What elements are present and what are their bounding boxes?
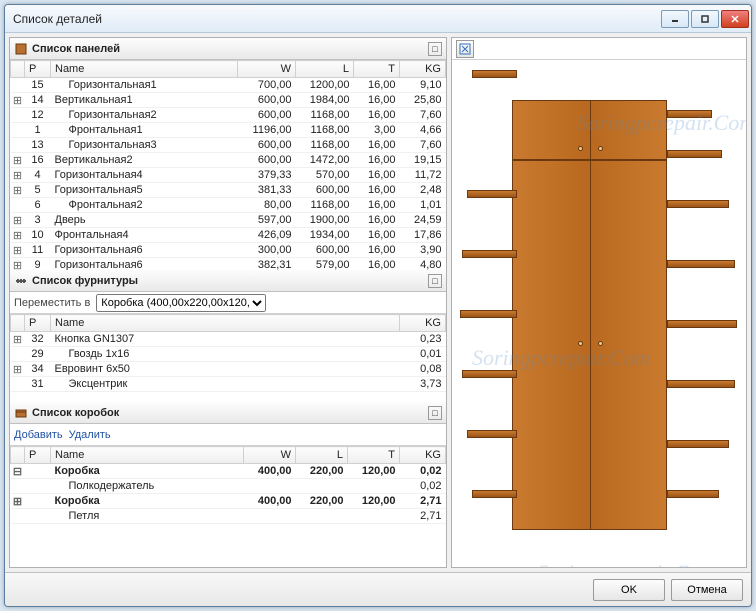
- table-row[interactable]: ⊞11Горизонтальная6300,00600,0016,003,90: [11, 243, 446, 258]
- hardware-expand-icon[interactable]: □: [428, 274, 442, 288]
- boxes-table: P Name W L T KG ⊟Коробка400,00220,00120,…: [10, 446, 446, 524]
- expand-toggle[interactable]: ⊞: [11, 213, 25, 228]
- col-w[interactable]: W: [244, 447, 296, 464]
- panels-header[interactable]: Список панелей □: [10, 38, 446, 60]
- table-row[interactable]: ⊞4Горизонтальная4379,33570,0016,0011,72: [11, 168, 446, 183]
- ok-button[interactable]: OK: [593, 579, 665, 601]
- 3d-viewport[interactable]: Soringpcrepair.Com Soringpcrepair.Com So…: [452, 60, 746, 567]
- col-kg[interactable]: KG: [400, 447, 446, 464]
- expand-toggle[interactable]: ⊞: [11, 332, 25, 347]
- window-title: Список деталей: [13, 12, 659, 26]
- panels-expand-icon[interactable]: □: [428, 42, 442, 56]
- hardware-header[interactable]: Список фурнитуры □: [10, 270, 446, 292]
- delete-link[interactable]: Удалить: [69, 429, 111, 441]
- table-row[interactable]: Петля2,71: [11, 509, 446, 524]
- col-w[interactable]: W: [238, 61, 296, 78]
- table-row[interactable]: ⊞5Горизонтальная5381,33600,0016,002,48: [11, 183, 446, 198]
- table-row[interactable]: ⊞16Вертикальная2600,001472,0016,0019,15: [11, 153, 446, 168]
- panel-icon: [14, 42, 28, 56]
- col-p[interactable]: P: [25, 315, 51, 332]
- add-link[interactable]: Добавить: [14, 429, 63, 441]
- cancel-button[interactable]: Отмена: [671, 579, 743, 601]
- maximize-button[interactable]: [691, 10, 719, 28]
- app-window: Список деталей Список панелей □ P Name W…: [4, 4, 752, 607]
- boxes-toolbar: Добавить Удалить: [10, 424, 446, 446]
- boxes-header[interactable]: Список коробок □: [10, 402, 446, 424]
- close-button[interactable]: [721, 10, 749, 28]
- content-area: Список панелей □ P Name W L T KG 15Гориз…: [5, 33, 751, 572]
- expand-toggle[interactable]: [11, 78, 25, 93]
- expand-toggle[interactable]: [11, 198, 25, 213]
- table-row[interactable]: ⊞14Вертикальная1600,001984,0016,0025,80: [11, 93, 446, 108]
- table-row[interactable]: 12Горизонтальная2600,001168,0016,007,60: [11, 108, 446, 123]
- minimize-button[interactable]: [661, 10, 689, 28]
- expand-toggle[interactable]: ⊞: [11, 153, 25, 168]
- col-p[interactable]: P: [25, 447, 51, 464]
- table-row[interactable]: 15Горизонтальная1700,001200,0016,009,10: [11, 78, 446, 93]
- expand-toggle[interactable]: ⊞: [11, 494, 25, 509]
- expand-toggle[interactable]: ⊟: [11, 464, 25, 479]
- col-l[interactable]: L: [296, 447, 348, 464]
- hardware-toolbar: Переместить в Коробка (400,00x220,00x120…: [10, 292, 446, 314]
- boxes-expand-icon[interactable]: □: [428, 406, 442, 420]
- table-row[interactable]: ⊞3Дверь597,001900,0016,0024,59: [11, 213, 446, 228]
- boxes-title: Список коробок: [32, 407, 119, 419]
- table-row[interactable]: ⊞34Евровинт 6x500,08: [11, 362, 446, 377]
- col-l[interactable]: L: [296, 61, 354, 78]
- table-row[interactable]: 13Горизонтальная3600,001168,0016,007,60: [11, 138, 446, 153]
- table-row[interactable]: 6Фронтальная280,001168,0016,001,01: [11, 198, 446, 213]
- right-pane: Soringpcrepair.Com Soringpcrepair.Com So…: [451, 37, 747, 568]
- col-kg[interactable]: KG: [400, 315, 446, 332]
- expand-toggle[interactable]: ⊞: [11, 243, 25, 258]
- col-kg[interactable]: KG: [400, 61, 446, 78]
- footer-bar: OK Отмена: [5, 572, 751, 606]
- col-t[interactable]: T: [354, 61, 400, 78]
- table-row[interactable]: Полкодержатель0,02: [11, 479, 446, 494]
- table-row[interactable]: 31Эксцентрик3,73: [11, 377, 446, 392]
- col-name[interactable]: Name: [51, 61, 238, 78]
- move-to-select[interactable]: Коробка (400,00x220,00x120,00): [96, 294, 266, 312]
- expand-toggle[interactable]: ⊞: [11, 258, 25, 271]
- box-icon: [14, 406, 28, 420]
- table-row[interactable]: ⊞Коробка400,00220,00120,002,71: [11, 494, 446, 509]
- move-to-label: Переместить в: [14, 297, 90, 309]
- expand-toggle[interactable]: ⊞: [11, 228, 25, 243]
- expand-toggle[interactable]: [11, 509, 25, 524]
- hardware-title: Список фурнитуры: [32, 275, 138, 287]
- left-pane: Список панелей □ P Name W L T KG 15Гориз…: [9, 37, 447, 568]
- expand-toggle[interactable]: ⊞: [11, 168, 25, 183]
- panels-table: P Name W L T KG 15Горизонтальная1700,001…: [10, 60, 446, 270]
- titlebar[interactable]: Список деталей: [5, 5, 751, 33]
- expand-toggle[interactable]: ⊞: [11, 183, 25, 198]
- col-name[interactable]: Name: [51, 315, 400, 332]
- boxes-table-container[interactable]: P Name W L T KG ⊟Коробка400,00220,00120,…: [10, 446, 446, 567]
- hardware-table-container[interactable]: P Name KG ⊞32Кнопка GN13070,2329Гвоздь 1…: [10, 314, 446, 402]
- viewport-toolbar: [452, 38, 746, 60]
- expand-toggle[interactable]: [11, 108, 25, 123]
- fit-view-button[interactable]: [456, 40, 474, 58]
- expand-toggle[interactable]: [11, 479, 25, 494]
- panels-table-container[interactable]: P Name W L T KG 15Горизонтальная1700,001…: [10, 60, 446, 270]
- expand-toggle[interactable]: ⊞: [11, 362, 25, 377]
- expand-toggle[interactable]: [11, 347, 25, 362]
- table-row[interactable]: 1Фронтальная11196,001168,003,004,66: [11, 123, 446, 138]
- hardware-icon: [14, 274, 28, 288]
- expand-toggle[interactable]: [11, 377, 25, 392]
- table-row[interactable]: ⊞32Кнопка GN13070,23: [11, 332, 446, 347]
- col-p[interactable]: P: [25, 61, 51, 78]
- panels-title: Список панелей: [32, 43, 120, 55]
- table-row[interactable]: ⊟Коробка400,00220,00120,000,02: [11, 464, 446, 479]
- col-name[interactable]: Name: [51, 447, 244, 464]
- expand-toggle[interactable]: [11, 138, 25, 153]
- col-expand[interactable]: [11, 61, 25, 78]
- table-row[interactable]: ⊞10Фронтальная4426,091934,0016,0017,86: [11, 228, 446, 243]
- expand-toggle[interactable]: ⊞: [11, 93, 25, 108]
- table-row[interactable]: ⊞9Горизонтальная6382,31579,0016,004,80: [11, 258, 446, 271]
- wardrobe-model: [472, 70, 722, 567]
- hardware-table: P Name KG ⊞32Кнопка GN13070,2329Гвоздь 1…: [10, 314, 446, 392]
- col-t[interactable]: T: [348, 447, 400, 464]
- expand-toggle[interactable]: [11, 123, 25, 138]
- table-row[interactable]: 29Гвоздь 1x160,01: [11, 347, 446, 362]
